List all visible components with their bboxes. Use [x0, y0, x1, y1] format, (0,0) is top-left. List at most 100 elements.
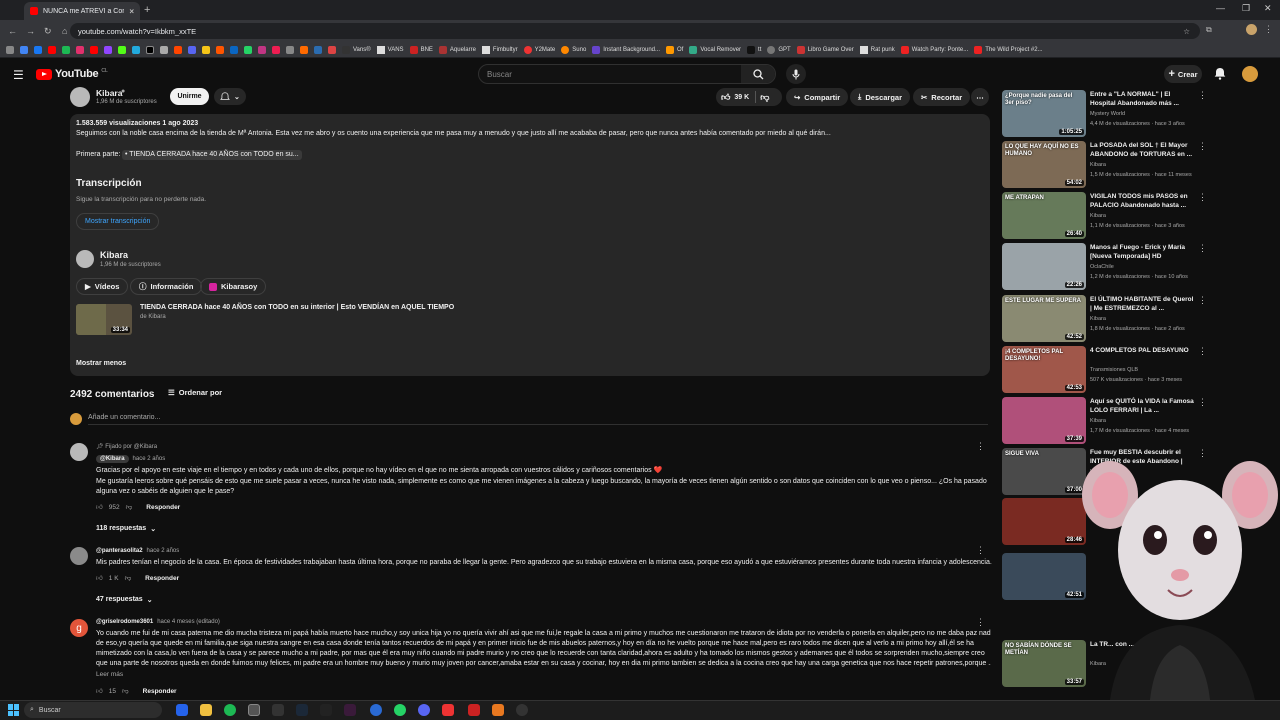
- video-menu-icon[interactable]: ⋮: [1198, 397, 1207, 408]
- related-video-thumbnail[interactable]: LO QUE HAY AQUÍ NO ES HUMANO 54:02: [1002, 141, 1086, 188]
- replies-toggle[interactable]: 118 respuestas ⌄: [96, 525, 156, 533]
- channel-avatar[interactable]: [70, 87, 90, 107]
- show-less-button[interactable]: Mostrar menos: [76, 360, 126, 367]
- related-video-card[interactable]: LO QUE HAY AQUÍ NO ES HUMANO 54:02 La POSA…: [1002, 141, 1207, 189]
- bookmark-bne[interactable]: BNE: [409, 45, 433, 54]
- bookmark-icon[interactable]: [258, 45, 266, 54]
- bookmark-icon[interactable]: [132, 45, 140, 54]
- bookmark-rat-punk[interactable]: Rat punk: [859, 45, 895, 54]
- bookmark-wild-project[interactable]: The Wild Project #2...: [974, 45, 1043, 54]
- linked-video-title[interactable]: TIENDA CERRADA hace 40 AÑOS con TODO en …: [140, 304, 454, 311]
- related-video-title[interactable]: La POSADA del SOL † El Mayor ABANDONO de…: [1090, 141, 1194, 159]
- bookmark-icon[interactable]: [62, 45, 70, 54]
- bookmark-vans[interactable]: VANS: [376, 45, 404, 54]
- comment-menu-icon[interactable]: ⋮: [976, 617, 985, 628]
- browser-menu-icon[interactable]: ⋮: [1264, 24, 1273, 35]
- videos-tab-button[interactable]: ▶ Vídeos: [76, 278, 129, 295]
- video-menu-icon[interactable]: ⋮: [1198, 346, 1207, 357]
- bookmark-star-icon[interactable]: ☆: [1183, 27, 1190, 36]
- bookmark-icon[interactable]: [146, 45, 154, 54]
- related-video-channel[interactable]: Kibara: [1090, 162, 1106, 168]
- back-icon[interactable]: ←: [8, 26, 18, 36]
- new-tab-icon[interactable]: +: [144, 4, 150, 16]
- comment-menu-icon[interactable]: ⋮: [976, 441, 985, 452]
- reply-button[interactable]: Responder: [146, 504, 180, 511]
- related-video-card[interactable]: ESTE LUGAR ME SUPERA 42:52 El ÚLTIMO HABIT…: [1002, 295, 1207, 343]
- download-button[interactable]: ⤓ Descargar: [850, 88, 911, 106]
- search-input[interactable]: Buscar: [478, 64, 776, 84]
- bookmark-libro-game-over[interactable]: Libro Game Over: [796, 45, 854, 54]
- create-button[interactable]: + Crear: [1164, 65, 1202, 83]
- bookmark-icon[interactable]: [160, 45, 168, 54]
- first-part-link[interactable]: • TIENDA CERRADA hace 40 AÑOS con TODO e…: [122, 150, 302, 160]
- comment-time[interactable]: hace 4 meses (editado): [157, 619, 220, 625]
- related-video-card[interactable]: 37:39 Aquí se QUITÓ la VIDA la Famosa LOL…: [1002, 397, 1207, 445]
- premiere-icon[interactable]: [344, 704, 356, 716]
- bookmark-tt[interactable]: tt: [747, 45, 761, 54]
- comment-author[interactable]: @panterasolita2: [96, 548, 143, 554]
- minimize-icon[interactable]: —: [1216, 3, 1225, 13]
- instagram-button[interactable]: Kibarasoy: [200, 278, 267, 295]
- bookmark-icon[interactable]: [230, 45, 238, 54]
- thumbs-up-icon[interactable]: 👍︎: [96, 687, 103, 695]
- bookmark-icon[interactable]: [272, 45, 280, 54]
- related-video-title[interactable]: VIGILAN TODOS mis PASOS en PALACIO Aband…: [1090, 192, 1194, 210]
- related-video-thumbnail[interactable]: ESTE LUGAR ME SUPERA 42:52: [1002, 295, 1086, 342]
- thumbs-down-icon[interactable]: 👎︎: [125, 574, 132, 582]
- maximize-icon[interactable]: ❐: [1242, 3, 1250, 14]
- comment-time[interactable]: hace 2 años: [133, 456, 166, 462]
- windows-start-icon[interactable]: [8, 704, 20, 716]
- extensions-icon[interactable]: ⧉: [1206, 25, 1212, 35]
- app-icon[interactable]: [320, 704, 332, 716]
- channel-name[interactable]: Kibara: [96, 88, 122, 98]
- app-icon[interactable]: [370, 704, 382, 716]
- read-more-link[interactable]: Leer más: [96, 671, 123, 678]
- related-video-card[interactable]: 22:26 Manos al Fuego - Erick y María [Nue…: [1002, 243, 1207, 291]
- taskbar-search[interactable]: ⌕ Buscar: [24, 702, 162, 718]
- bookmark-icon[interactable]: [34, 45, 42, 54]
- related-video-channel[interactable]: Kibara: [1090, 316, 1106, 322]
- app-icon[interactable]: [272, 704, 284, 716]
- related-video-card[interactable]: NO SABÍAN DÓNDE SE METÍAN 33:57 La TR... c…: [1002, 640, 1207, 688]
- chrome-icon[interactable]: [248, 704, 260, 716]
- related-video-card[interactable]: SIGUE VIVA 37:00 Fue muy BESTIA descubrir …: [1002, 448, 1207, 496]
- copilot-icon[interactable]: [176, 704, 188, 716]
- file-explorer-icon[interactable]: [200, 704, 212, 716]
- bookmark-icon[interactable]: [216, 45, 224, 54]
- related-video-thumbnail[interactable]: ME ATRAPAN 26:40: [1002, 192, 1086, 239]
- related-video-channel[interactable]: Transmisiones QLB: [1090, 367, 1138, 373]
- related-video-title[interactable]: Aquí se QUITÓ la VIDA la Famosa LOLO FER…: [1090, 397, 1194, 415]
- like-count[interactable]: 39 K: [734, 94, 749, 101]
- video-menu-icon[interactable]: ⋮: [1198, 243, 1207, 254]
- video-menu-icon[interactable]: ⋮: [1198, 448, 1207, 459]
- bookmark-fimbultyr[interactable]: Fimbultyr: [481, 45, 518, 54]
- bookmark-icon[interactable]: [202, 45, 210, 54]
- thumbs-down-icon[interactable]: 👎︎: [122, 687, 129, 695]
- hamburger-menu-icon[interactable]: ☰: [13, 68, 24, 82]
- share-button[interactable]: ↪ Compartir: [786, 88, 849, 106]
- app-icon[interactable]: [468, 704, 480, 716]
- related-video-channel[interactable]: Kibara: [1090, 661, 1106, 667]
- bookmark-icon[interactable]: [76, 45, 84, 54]
- related-video-thumbnail[interactable]: NO SABÍAN DÓNDE SE METÍAN 33:57: [1002, 640, 1086, 687]
- replies-toggle[interactable]: 47 respuestas ⌄: [96, 596, 153, 604]
- thumbs-up-icon[interactable]: 👍︎: [96, 574, 103, 582]
- notifications-bell-icon[interactable]: [1214, 67, 1226, 80]
- app-icon[interactable]: [492, 704, 504, 716]
- related-video-channel[interactable]: Kibara: [1090, 213, 1106, 219]
- related-video-card[interactable]: 28:46: [1002, 498, 1198, 546]
- channel-card-avatar[interactable]: [76, 250, 94, 268]
- related-video-title[interactable]: El ÚLTIMO HABITANTE de Querol | Me ESTRE…: [1090, 295, 1194, 313]
- related-video-title[interactable]: La TR... con ...: [1090, 640, 1194, 649]
- more-actions-button[interactable]: ⋯: [971, 88, 989, 106]
- bookmark-instant-background[interactable]: Instant Background...: [592, 45, 660, 54]
- reply-button[interactable]: Responder: [143, 688, 177, 695]
- clip-button[interactable]: ✂ Recortar: [913, 88, 971, 106]
- linked-video-thumbnail[interactable]: 33:34: [76, 304, 132, 335]
- related-video-card[interactable]: ME ATRAPAN 26:40 VIGILAN TODOS mis PASOS e…: [1002, 192, 1207, 240]
- related-video-channel[interactable]: Kibara: [1090, 418, 1106, 424]
- close-tab-icon[interactable]: ×: [129, 7, 134, 16]
- bookmark-aquelarre[interactable]: Aquelarre: [438, 45, 476, 54]
- bookmark-y2mate[interactable]: Y2Mate: [523, 45, 555, 54]
- comment-author[interactable]: @griselrodome3601: [96, 619, 153, 625]
